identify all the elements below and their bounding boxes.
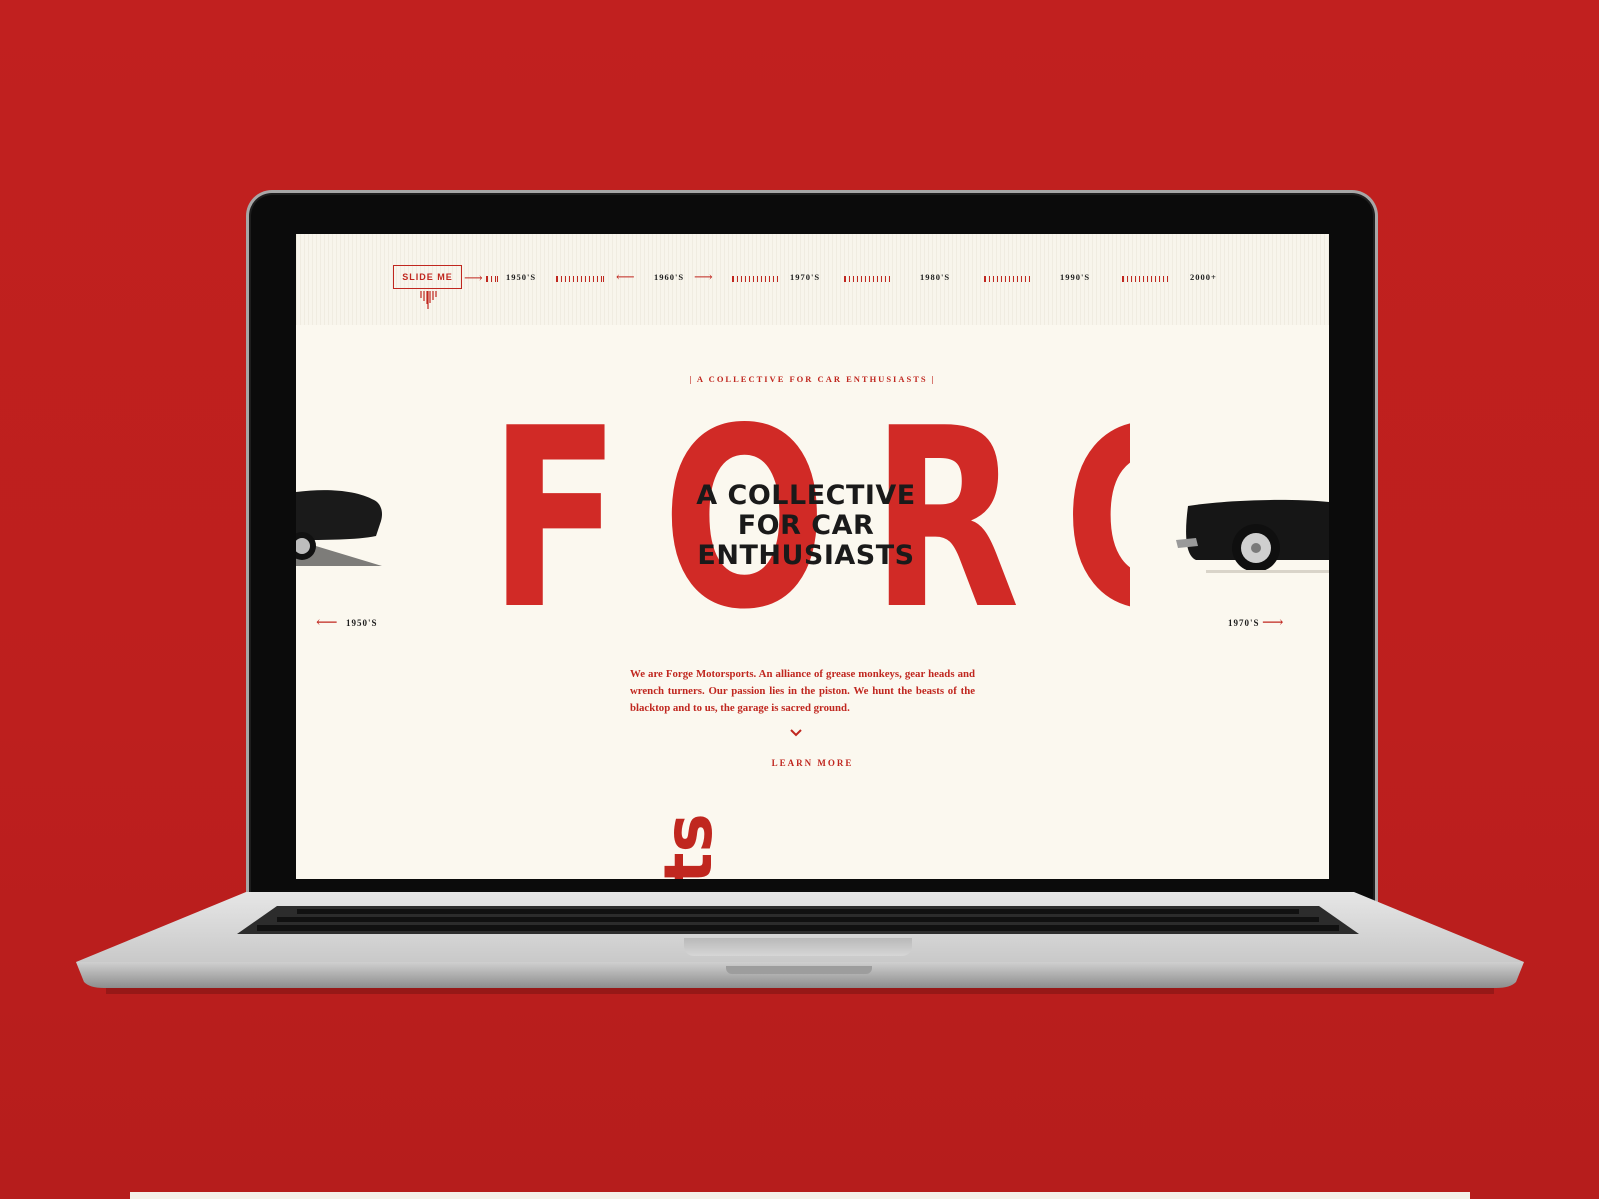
next-era-link[interactable]: 1970'S: [1228, 618, 1260, 628]
era-1990s[interactable]: 1990'S: [1060, 272, 1090, 282]
timeline-ticks: [1122, 276, 1168, 282]
headline-line: A COLLECTIVE: [696, 480, 916, 511]
website-screen: SLIDE ME ⟶ 1950'S ⟵ 1960'S ⟶ 1970'S 1980…: [296, 234, 1329, 879]
timeline-ticks: [732, 276, 778, 282]
timeline-ticks: [844, 276, 890, 282]
era-2000s[interactable]: 2000+: [1190, 272, 1217, 282]
headline-line: ENTHUSIASTS: [697, 540, 915, 571]
arrow-right-icon: ⟶: [464, 270, 483, 285]
car-image-left: [296, 490, 382, 566]
slider-handle-icon[interactable]: [418, 290, 438, 310]
trackpad: [684, 938, 912, 956]
hero-tagline: | A COLLECTIVE FOR CAR ENTHUSIASTS |: [689, 374, 936, 384]
arrow-left-icon: ⟵: [616, 269, 635, 284]
era-1970s[interactable]: 1970'S: [790, 272, 820, 282]
wordmark-letter: G: [1064, 408, 1130, 632]
timeline-ticks: [556, 276, 604, 282]
keyboard: [237, 906, 1359, 934]
arrow-right-icon[interactable]: ⟶: [1262, 613, 1284, 632]
lid-notch: [726, 966, 872, 974]
prev-era-link[interactable]: 1950'S: [346, 618, 378, 628]
arrow-left-icon[interactable]: ⟵: [316, 613, 338, 632]
era-1960s[interactable]: 1960'S: [654, 272, 684, 282]
hero-headline: A COLLECTIVE FOR CAR ENTHUSIASTS: [656, 481, 956, 571]
era-1980s[interactable]: 1980'S: [920, 272, 950, 282]
learn-more-link[interactable]: LEARN MORE: [296, 758, 1329, 768]
headline-line: FOR CAR: [737, 510, 875, 541]
chevron-down-icon[interactable]: [789, 728, 803, 738]
wordmark-letter: F: [488, 408, 621, 632]
timeline-ticks: [486, 276, 498, 282]
era-timeline-bar: SLIDE ME ⟶ 1950'S ⟵ 1960'S ⟶ 1970'S 1980…: [296, 234, 1329, 325]
rotated-word-fragment: ts: [650, 813, 727, 879]
arrow-right-icon: ⟶: [694, 269, 713, 284]
slide-me-button[interactable]: SLIDE ME: [393, 265, 462, 289]
car-image-right: [1176, 499, 1329, 573]
timeline-ticks: [984, 276, 1030, 282]
hero-description: We are Forge Motorsports. An alliance of…: [630, 667, 975, 714]
era-1950s[interactable]: 1950'S: [506, 272, 536, 282]
bottom-strip: [130, 1192, 1470, 1199]
